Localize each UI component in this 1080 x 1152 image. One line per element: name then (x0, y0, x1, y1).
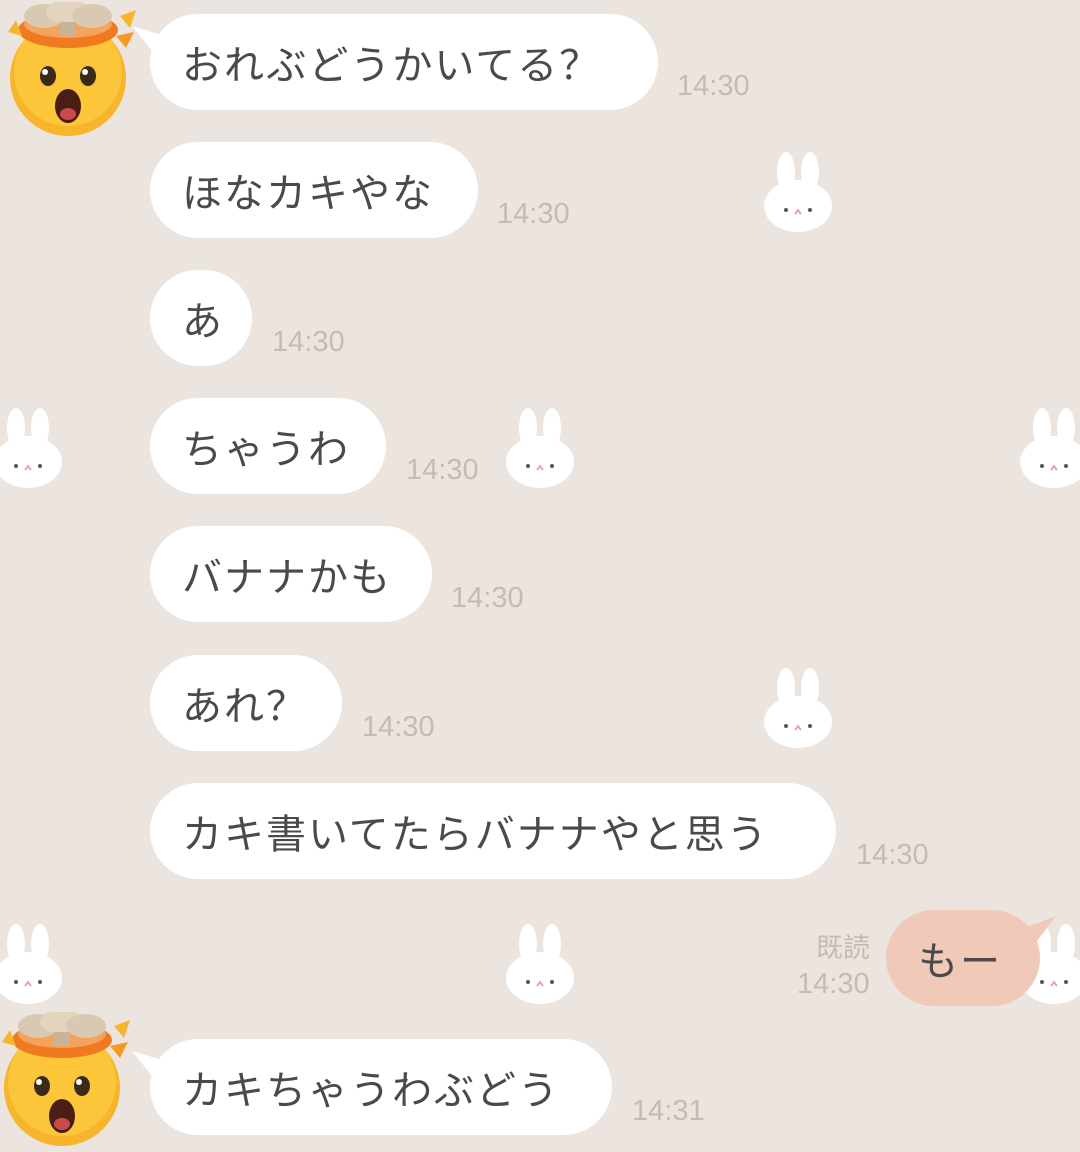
message-bubble[interactable]: ちゃうわ (150, 398, 386, 494)
message-bubble[interactable]: バナナかも (150, 526, 432, 622)
bunny-wallpaper-icon (1018, 406, 1080, 488)
sender-avatar-icon[interactable] (0, 1012, 134, 1148)
read-receipt: 既読 (816, 933, 870, 964)
bunny-wallpaper-icon (0, 406, 64, 488)
message-time: 14:30 (406, 454, 479, 486)
bunny-wallpaper-icon (762, 666, 834, 748)
message-text: あ (182, 299, 224, 345)
bunny-wallpaper-icon (504, 922, 576, 1004)
sender-avatar-icon[interactable] (4, 2, 140, 138)
my-message-bubble[interactable]: もー (886, 910, 1040, 1006)
message-time: 14:31 (632, 1095, 705, 1127)
message-bubble[interactable]: カキちゃうわぶどう (150, 1039, 612, 1135)
message-text: もー (918, 939, 1002, 985)
message-time: 14:30 (797, 968, 870, 1000)
message-text: カキちゃうわぶどう (182, 1068, 560, 1114)
chat-area[interactable]: おれぶどうかいてる？ 14:30 ほなカキやな 14:30 あ 14:30 ちゃ… (0, 0, 1080, 1152)
message-time: 14:30 (272, 326, 345, 358)
message-bubble[interactable]: おれぶどうかいてる？ (150, 14, 658, 110)
message-text: おれぶどうかいてる？ (182, 43, 602, 89)
message-text: ちゃうわ (182, 427, 350, 473)
message-time: 14:30 (497, 198, 570, 230)
message-time: 14:30 (451, 582, 524, 614)
message-bubble[interactable]: あ (150, 270, 252, 366)
message-time: 14:30 (362, 711, 435, 743)
message-bubble[interactable]: あれ？ (150, 655, 342, 751)
message-time: 14:30 (677, 70, 750, 102)
message-text: カキ書いてたらバナナやと思う (182, 812, 769, 858)
message-text: ほなカキやな (182, 171, 434, 217)
bunny-wallpaper-icon (762, 150, 834, 232)
message-text: バナナかも (182, 555, 392, 601)
message-text: あれ？ (182, 684, 308, 730)
message-bubble[interactable]: カキ書いてたらバナナやと思う (150, 783, 836, 879)
message-bubble[interactable]: ほなカキやな (150, 142, 478, 238)
message-time: 14:30 (856, 839, 929, 871)
bunny-wallpaper-icon (0, 922, 64, 1004)
bunny-wallpaper-icon (504, 406, 576, 488)
